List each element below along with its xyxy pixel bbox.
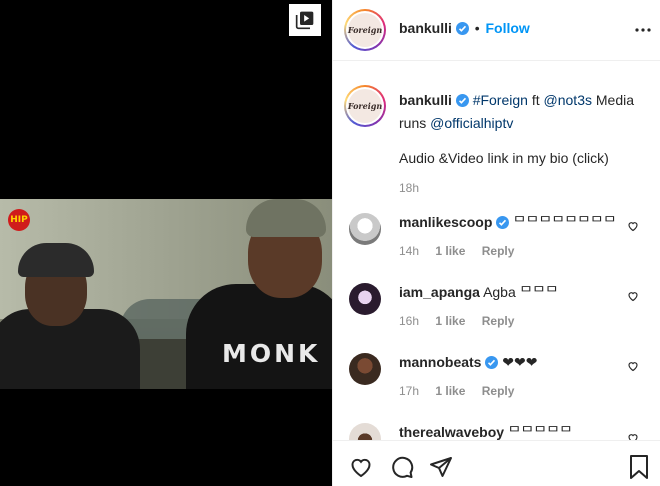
comment-username[interactable]: manlikescoop: [399, 214, 492, 230]
comment-item: therealwaveboy ᄆᄆᄆᄆᄆ: [333, 423, 660, 440]
follow-button[interactable]: Follow: [485, 20, 529, 36]
heart-icon[interactable]: [348, 455, 374, 482]
comment-likes[interactable]: 1 like: [435, 384, 465, 398]
comment-likes[interactable]: 1 like: [435, 314, 465, 328]
comment-item: iam_apanga Agba ᄆᄆᄆ 16h 1 like Reply: [333, 283, 660, 353]
video-person-right-cap: [246, 199, 326, 237]
post-media[interactable]: MONK HIP: [0, 0, 332, 486]
avatar-logo: Foreign: [348, 13, 382, 47]
comment-avatar[interactable]: [349, 283, 381, 315]
caption-time[interactable]: 18h: [399, 178, 649, 199]
comment-avatar[interactable]: [349, 353, 381, 385]
comment-username[interactable]: mannobeats: [399, 354, 481, 370]
comment-item: mannobeats ❤❤❤ 17h 1 like Reply: [333, 353, 660, 423]
heart-icon[interactable]: [627, 289, 639, 305]
comment-icon[interactable]: [389, 455, 415, 482]
caption-text: bankulli #Foreign ft @not3s Media runs @…: [399, 90, 649, 199]
comment-text: ❤❤❤: [502, 354, 538, 370]
comment-likes[interactable]: 1 like: [435, 244, 465, 258]
comment-reply-button[interactable]: Reply: [482, 314, 515, 328]
verified-icon: [455, 22, 469, 38]
share-icon[interactable]: [429, 455, 453, 482]
author-avatar[interactable]: Foreign: [344, 9, 386, 51]
comment-reply-button[interactable]: Reply: [482, 384, 515, 398]
comment-text: Agba ᄆᄆᄆ: [483, 284, 559, 300]
heart-icon[interactable]: [627, 431, 639, 440]
comment-text: ᄆᄆᄆᄆᄆ: [507, 424, 573, 440]
more-icon[interactable]: [635, 20, 651, 43]
comment-avatar[interactable]: [349, 213, 381, 245]
header-meta: bankulli • Follow: [399, 20, 530, 38]
comment-reply-button[interactable]: Reply: [482, 244, 515, 258]
author-username[interactable]: bankulli: [399, 20, 452, 36]
video-logo: HIP: [8, 209, 30, 231]
comment-avatar[interactable]: [349, 423, 381, 440]
video-person-right: [186, 284, 332, 389]
video-shirt-text: MONK: [222, 339, 321, 368]
comment-username[interactable]: iam_apanga: [399, 284, 480, 300]
caption-username[interactable]: bankulli: [399, 92, 452, 108]
caption-mention-not3s[interactable]: @not3s: [544, 92, 592, 108]
caption-body: Audio &Video link in my bio (click): [399, 150, 609, 166]
verified-icon: [496, 215, 510, 233]
comment-item: manlikescoop ᄆᄆᄆᄆᄆᄆᄆᄆ 14h 1 like Reply: [333, 213, 660, 283]
verified-icon: [485, 355, 499, 373]
caption-mention-hiptv[interactable]: @officialhiptv: [430, 115, 513, 131]
comment-time[interactable]: 16h: [399, 314, 419, 328]
comment-username[interactable]: therealwaveboy: [399, 424, 504, 440]
avatar-logo: Foreign: [348, 89, 382, 123]
action-bar: [333, 440, 660, 486]
caption-hashtag[interactable]: #Foreign: [473, 92, 528, 108]
post-header: Foreign bankulli • Follow: [333, 0, 660, 61]
heart-icon[interactable]: [627, 359, 639, 375]
bookmark-icon[interactable]: [629, 455, 649, 482]
verified-icon: [455, 92, 469, 113]
post-sidebar: Foreign bankulli • Follow Foreign bankul…: [332, 0, 660, 486]
video-frame[interactable]: MONK HIP: [0, 199, 332, 389]
comment-time[interactable]: 14h: [399, 244, 419, 258]
comment-text: ᄆᄆᄆᄆᄆᄆᄆᄆ: [513, 214, 617, 230]
video-icon: [289, 4, 321, 36]
heart-icon[interactable]: [627, 219, 639, 235]
video-person-left-cap: [18, 243, 94, 277]
comment-time[interactable]: 17h: [399, 384, 419, 398]
caption-avatar[interactable]: Foreign: [344, 85, 386, 127]
